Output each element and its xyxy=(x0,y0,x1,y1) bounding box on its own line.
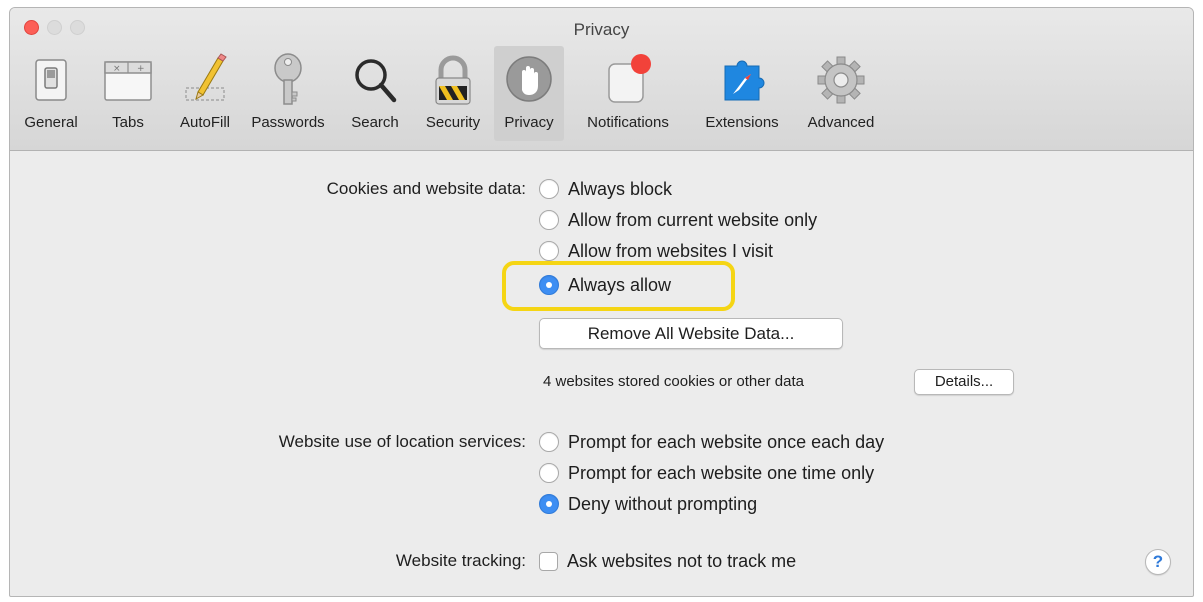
tab-label: Search xyxy=(351,114,399,131)
magnifier-icon xyxy=(355,59,397,103)
general-switch-icon xyxy=(35,59,67,101)
location-services-label: Website use of location services: xyxy=(278,432,526,451)
tab-notifications[interactable]: Notifications xyxy=(572,46,684,141)
cookies-option-always-block[interactable]: Always block xyxy=(539,177,672,201)
remove-all-website-data-button[interactable]: Remove All Website Data... xyxy=(539,318,843,349)
do-not-track-checkbox[interactable] xyxy=(539,551,558,571)
tab-extensions[interactable]: Extensions xyxy=(692,46,792,141)
tab-autofill[interactable]: AutoFill xyxy=(170,46,240,141)
tab-passwords[interactable]: Passwords xyxy=(242,46,334,141)
pencil-icon xyxy=(185,53,227,101)
radio-button[interactable] xyxy=(539,463,559,483)
highlight-annotation xyxy=(502,261,735,311)
location-option-one-time-only[interactable]: Prompt for each website one time only xyxy=(539,461,874,485)
gear-icon xyxy=(817,56,865,104)
window-title: Privacy xyxy=(573,20,630,39)
do-not-track-option[interactable]: Ask websites not to track me xyxy=(539,549,796,573)
details-button[interactable]: Details... xyxy=(914,369,1014,395)
tab-label: Privacy xyxy=(504,114,554,131)
tab-label: Security xyxy=(425,114,481,131)
location-option-once-each-day[interactable]: Prompt for each website once each day xyxy=(539,430,884,454)
radio-button[interactable] xyxy=(539,241,559,261)
tab-advanced[interactable]: Advanced xyxy=(798,46,884,141)
tab-label: AutoFill xyxy=(179,114,231,131)
radio-button[interactable] xyxy=(539,179,559,199)
tab-label: Notifications xyxy=(587,114,669,131)
radio-button[interactable] xyxy=(539,210,559,230)
padlock-icon xyxy=(435,55,471,105)
cookies-option-current-website[interactable]: Allow from current website only xyxy=(539,208,817,232)
titlebar: Privacy General × + Tabs AutoFill Passwo… xyxy=(10,8,1193,151)
notification-badge-icon xyxy=(608,54,651,103)
tab-label: Extensions xyxy=(705,114,779,131)
radio-button-selected[interactable] xyxy=(539,494,559,514)
stored-cookies-text: 4 websites stored cookies or other data xyxy=(543,373,804,390)
hand-icon xyxy=(506,56,552,102)
tab-search[interactable]: Search xyxy=(345,46,405,141)
location-option-deny[interactable]: Deny without prompting xyxy=(539,492,757,516)
cookies-option-websites-visited[interactable]: Allow from websites I visit xyxy=(539,239,773,263)
key-icon xyxy=(274,53,302,105)
tabs-icon: × + xyxy=(104,61,152,101)
tab-tabs[interactable]: × + Tabs xyxy=(104,46,152,141)
tab-general[interactable]: General xyxy=(15,46,87,141)
help-button[interactable]: ? xyxy=(1145,549,1171,575)
tab-label: General xyxy=(24,114,78,131)
privacy-pane: Cookies and website data: Always block A… xyxy=(10,151,1193,596)
preferences-window: Privacy General × + Tabs AutoFill Passwo… xyxy=(9,7,1194,597)
cookies-label: Cookies and website data: xyxy=(326,179,526,198)
tab-security[interactable]: Security xyxy=(415,46,491,141)
puzzle-compass-icon xyxy=(724,60,765,101)
tab-label: Advanced xyxy=(807,114,875,131)
svg-text:+: + xyxy=(137,64,145,74)
svg-text:×: × xyxy=(113,64,121,74)
radio-button[interactable] xyxy=(539,432,559,452)
tab-label: Passwords xyxy=(251,114,325,131)
website-tracking-label: Website tracking: xyxy=(395,551,526,570)
tab-label: Tabs xyxy=(112,114,144,131)
tab-privacy[interactable]: Privacy xyxy=(494,46,564,141)
